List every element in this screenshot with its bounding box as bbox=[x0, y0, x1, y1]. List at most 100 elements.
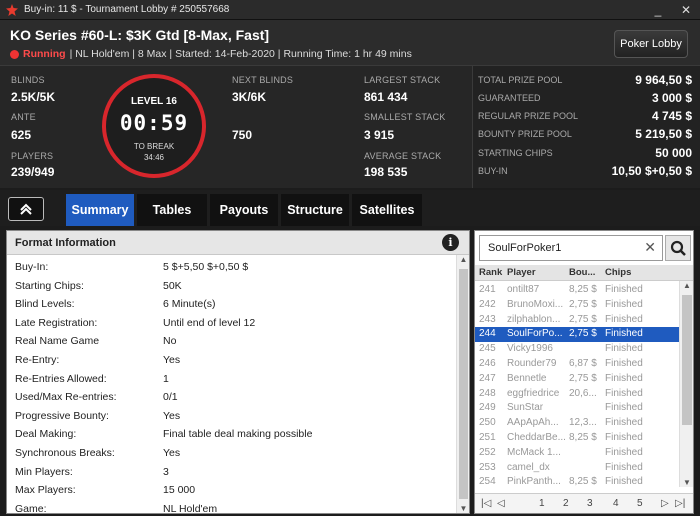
prize-label: GUARANTEED bbox=[478, 93, 541, 103]
player-chips: Finished bbox=[605, 476, 643, 488]
clock-timer: 00:59 bbox=[119, 111, 189, 135]
next-page-icon[interactable]: ▷ bbox=[661, 498, 669, 509]
player-chips: Finished bbox=[605, 372, 643, 384]
scroll-down-icon[interactable]: ▼ bbox=[457, 504, 470, 513]
player-row[interactable]: 254 PinkPanth... 8,25 $ Finished bbox=[475, 475, 679, 490]
format-key: Real Name Game bbox=[15, 335, 100, 348]
column-header-rank[interactable]: Rank bbox=[479, 267, 502, 278]
collapse-button[interactable] bbox=[8, 197, 44, 221]
page-link[interactable]: 2 bbox=[563, 498, 569, 509]
format-key: Max Players: bbox=[15, 484, 76, 497]
prize-label: BOUNTY PRIZE POOL bbox=[478, 129, 572, 139]
page-link[interactable]: 4 bbox=[613, 498, 619, 509]
player-row[interactable]: 246 Rounder79 6,87 $ Finished bbox=[475, 357, 679, 372]
prize-row: GUARANTEED 3 000 $ bbox=[478, 90, 692, 108]
format-value: Until end of level 12 bbox=[163, 316, 256, 329]
player-row[interactable]: 241 ontilt87 8,25 $ Finished bbox=[475, 283, 679, 298]
player-search-input[interactable]: SoulForPoker1 ✕ bbox=[479, 235, 663, 261]
player-row[interactable]: 250 AApApAh... 12,3... Finished bbox=[475, 416, 679, 431]
player-row[interactable]: 244 SoulForPo... 2,75 $ Finished bbox=[475, 327, 679, 343]
format-row: Blind Levels: 6 Minute(s) bbox=[15, 296, 455, 314]
average-stack-label: AVERAGE STACK bbox=[364, 151, 442, 161]
player-chips: Finished bbox=[605, 417, 643, 429]
player-bounty: 12,3... bbox=[569, 417, 597, 429]
player-rank: 242 bbox=[479, 298, 496, 310]
column-header-player[interactable]: Player bbox=[507, 267, 536, 278]
player-row[interactable]: 243 zilphablon... 2,75 $ Finished bbox=[475, 313, 679, 328]
format-key: Synchronous Breaks: bbox=[15, 447, 115, 459]
format-value: 5 $+5,50 $+0,50 $ bbox=[163, 261, 249, 273]
tab-satellites[interactable]: Satellites bbox=[352, 194, 422, 226]
largest-stack-value: 861 434 bbox=[364, 90, 408, 104]
tournament-name: KO Series #60-L: $3K Gtd [8-Max, Fast] bbox=[10, 27, 270, 43]
format-value: 6 Minute(s) bbox=[163, 298, 216, 311]
player-bounty: 20,6... bbox=[569, 387, 597, 399]
player-row[interactable]: 252 McMack 1... Finished bbox=[475, 446, 679, 461]
page-link[interactable]: 5 bbox=[637, 498, 643, 509]
next-blinds-label: NEXT BLINDS bbox=[232, 75, 294, 85]
search-button[interactable] bbox=[665, 235, 691, 261]
poker-lobby-button[interactable]: Poker Lobby bbox=[614, 30, 688, 58]
largest-stack-label: LARGEST STACK bbox=[364, 75, 441, 85]
prev-page-icon[interactable]: ◁ bbox=[497, 498, 505, 509]
prize-value: 3 000 $ bbox=[651, 91, 692, 105]
player-rank: 244 bbox=[479, 328, 496, 340]
prize-value: 4 745 $ bbox=[651, 109, 692, 123]
player-row[interactable]: 253 camel_dx Finished bbox=[475, 461, 679, 476]
player-row[interactable]: 245 Vicky1996 Finished bbox=[475, 342, 679, 357]
tab-payouts[interactable]: Payouts bbox=[210, 194, 278, 226]
scrollbar-thumb[interactable] bbox=[459, 269, 468, 499]
page-link[interactable]: 1 bbox=[539, 498, 545, 509]
player-chips: Finished bbox=[605, 358, 643, 369]
player-bounty: 2,75 $ bbox=[569, 313, 597, 325]
prize-value: 9 964,50 $ bbox=[635, 73, 692, 87]
player-bounty: 8,25 $ bbox=[569, 432, 597, 443]
player-player: McMack 1... bbox=[507, 446, 561, 458]
close-icon[interactable]: ✕ bbox=[678, 2, 694, 18]
info-icon[interactable]: i bbox=[442, 234, 459, 251]
player-player: Vicky1996 bbox=[507, 343, 553, 355]
scroll-up-icon[interactable]: ▲ bbox=[680, 281, 694, 290]
prize-value: 50 000 bbox=[655, 146, 692, 160]
format-row: Starting Chips: 50K bbox=[15, 278, 455, 296]
player-row[interactable]: 249 SunStar Finished bbox=[475, 401, 679, 416]
tab-summary[interactable]: Summary bbox=[66, 194, 134, 226]
player-row[interactable]: 248 eggfriedrice 20,6... Finished bbox=[475, 387, 679, 402]
scroll-down-icon[interactable]: ▼ bbox=[680, 478, 694, 487]
prize-value: 10,50 $+0,50 $ bbox=[611, 164, 692, 178]
player-rank: 252 bbox=[479, 446, 496, 458]
format-key: Used/Max Re-entries: bbox=[15, 391, 117, 404]
next-blinds-value: 3K/6K bbox=[232, 90, 267, 104]
tab-tables[interactable]: Tables bbox=[137, 194, 207, 226]
next-ante-value: 750 bbox=[232, 128, 253, 142]
column-header-chips[interactable]: Chips bbox=[605, 267, 631, 278]
minimize-icon[interactable]: _ bbox=[650, 2, 666, 18]
clear-search-icon[interactable]: ✕ bbox=[644, 239, 656, 256]
scrollbar-thumb[interactable] bbox=[682, 295, 692, 425]
column-header-bounty[interactable]: Bou... bbox=[569, 267, 595, 278]
tournament-info: | NL Hold'em | 8 Max | Started: 14-Feb-2… bbox=[69, 48, 412, 60]
first-page-icon[interactable]: |◁ bbox=[481, 498, 491, 509]
smallest-stack-label: SMALLEST STACK bbox=[364, 112, 446, 122]
status-badge: Running bbox=[23, 48, 66, 60]
format-value: 0/1 bbox=[163, 391, 178, 404]
player-rank: 246 bbox=[479, 358, 496, 369]
last-page-icon[interactable]: ▷| bbox=[675, 498, 685, 509]
format-row: Min Players: 3 bbox=[15, 464, 455, 482]
format-value: Yes bbox=[163, 354, 181, 366]
format-value: Final table deal making possible bbox=[163, 428, 313, 441]
format-scrollbar[interactable]: ▲ ▼ bbox=[456, 255, 469, 513]
player-row[interactable]: 242 BrunoMoxi... 2,75 $ Finished bbox=[475, 298, 679, 313]
player-player: SoulForPo... bbox=[507, 328, 563, 340]
tab-structure[interactable]: Structure bbox=[281, 194, 349, 226]
player-row[interactable]: 251 CheddarBe... 8,25 $ Finished bbox=[475, 431, 679, 446]
ante-label: ANTE bbox=[11, 112, 36, 122]
player-chips: Finished bbox=[605, 402, 643, 414]
player-chips: Finished bbox=[605, 328, 643, 340]
player-row[interactable]: 247 Bennetle 2,75 $ Finished bbox=[475, 372, 679, 387]
level-label: LEVEL 16 bbox=[131, 96, 177, 107]
page-link[interactable]: 3 bbox=[587, 498, 593, 509]
player-scrollbar[interactable]: ▲ ▼ bbox=[679, 281, 693, 487]
format-info-header: Format Information i bbox=[7, 231, 469, 255]
scroll-up-icon[interactable]: ▲ bbox=[457, 255, 470, 264]
